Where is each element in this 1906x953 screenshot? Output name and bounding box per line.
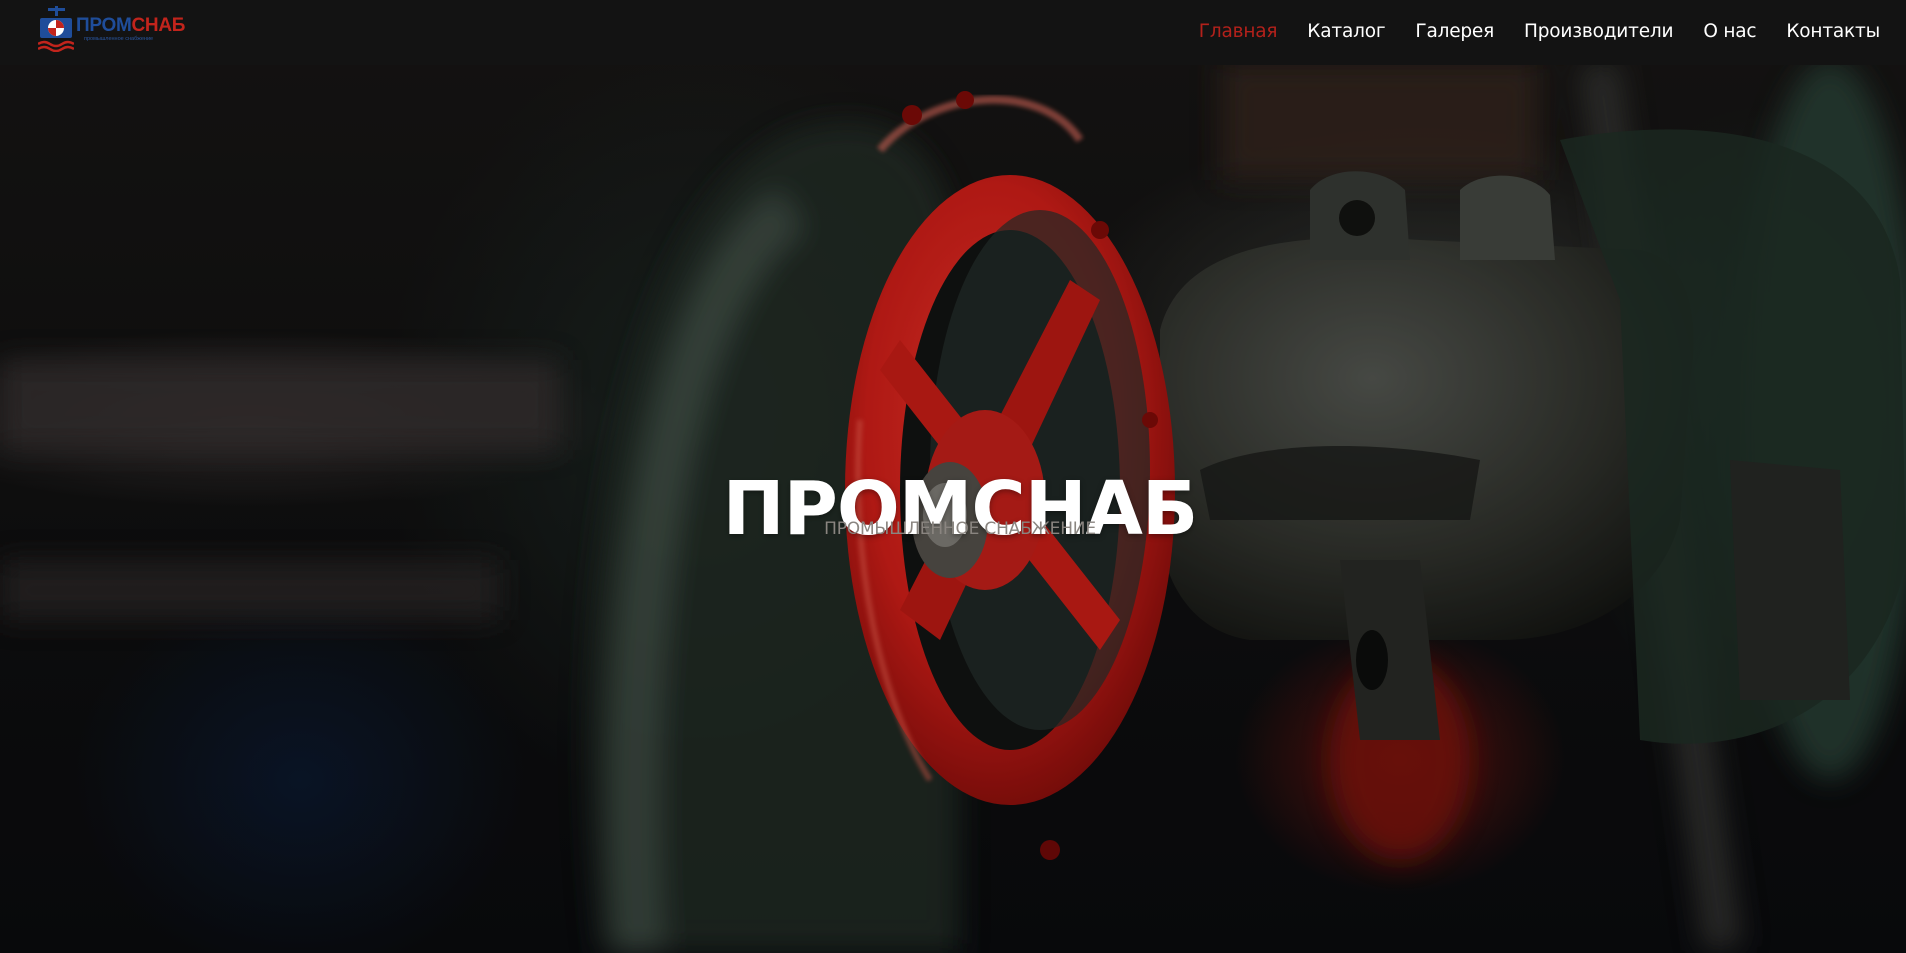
nav-link-catalog[interactable]: Каталог bbox=[1307, 21, 1385, 42]
hero-subtitle: ПРОМЫШЛЕННОЕ СНАБЖЕНИЕ bbox=[824, 519, 1096, 539]
top-navbar: ПРОМСНАБ промышленное снабжение Главная … bbox=[0, 0, 1906, 65]
logo-tagline: промышленное снабжение bbox=[84, 35, 154, 42]
nav-link-gallery[interactable]: Галерея bbox=[1415, 21, 1494, 42]
site-logo[interactable]: ПРОМСНАБ промышленное снабжение bbox=[37, 4, 198, 54]
main-nav: Главная Каталог Галерея Производители О … bbox=[1169, 0, 1880, 62]
page: ПРОМСНАБ промышленное снабжение Главная … bbox=[0, 0, 1906, 953]
logo-text: ПРОМСНАБ промышленное снабжение bbox=[76, 16, 185, 43]
logo-valve-icon bbox=[37, 6, 75, 53]
logo-name: ПРОМСНАБ bbox=[76, 16, 185, 35]
logo-name-part2: СНАБ bbox=[131, 14, 186, 36]
nav-link-contacts[interactable]: Контакты bbox=[1786, 21, 1880, 42]
nav-link-home[interactable]: Главная bbox=[1199, 21, 1278, 42]
logo-name-part1: ПРОМ bbox=[76, 14, 132, 36]
nav-link-manufacturers[interactable]: Производители bbox=[1524, 21, 1673, 42]
nav-link-about[interactable]: О нас bbox=[1703, 21, 1756, 42]
